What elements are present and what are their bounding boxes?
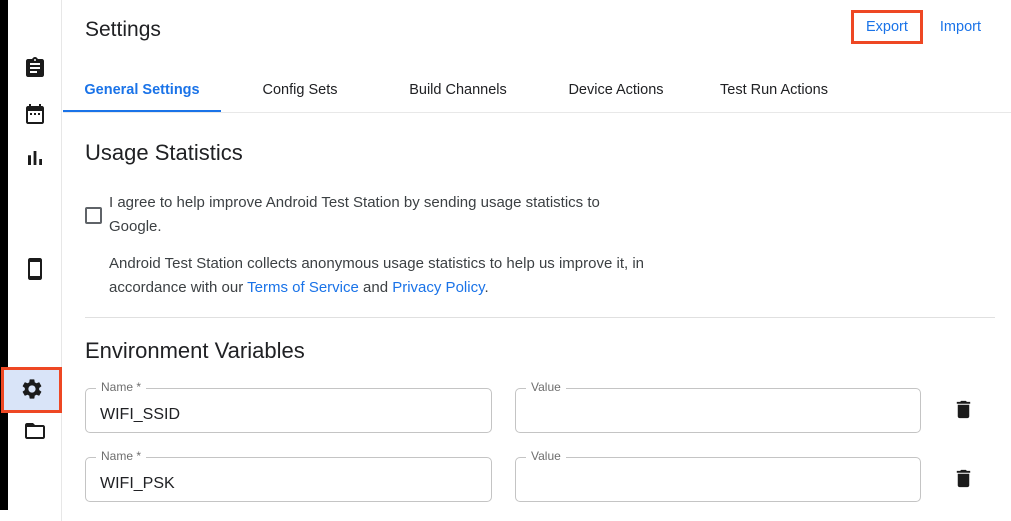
value-field-label: Value [526,449,566,463]
name-field-label: Name * [96,449,146,463]
usage-stats-checkbox[interactable] [85,207,102,224]
consent-line-2: Google. [109,215,600,239]
usage-consent-row: I agree to help improve Android Test Sta… [85,191,981,239]
sidebar-item-test-runs[interactable] [19,53,51,85]
info-line-2-prefix: accordance with our [109,279,247,296]
app-window: Settings Export Import General Settings … [0,0,1011,521]
import-button[interactable]: Import [940,19,981,35]
sidebar-item-devices[interactable] [19,254,51,286]
tab-test-run-actions[interactable]: Test Run Actions [695,69,853,112]
consent-line-1: I agree to help improve Android Test Sta… [109,191,600,215]
folder-icon [23,419,47,446]
sidebar-item-reports[interactable] [19,143,51,175]
terms-of-service-link[interactable]: Terms of Service [247,279,359,296]
tab-build-channels[interactable]: Build Channels [379,69,537,112]
bar-chart-icon [23,146,47,173]
export-button[interactable]: Export [866,19,908,35]
page-header: Settings Export Import [63,0,1011,44]
smartphone-icon [23,257,47,284]
info-and-text: and [359,279,392,296]
environment-variables-heading: Environment Variables [85,338,981,364]
env-name-field-wrapper: Name * [85,457,492,502]
calendar-icon [23,102,47,129]
usage-statistics-heading: Usage Statistics [85,140,981,166]
sidebar-item-file-browser[interactable] [19,416,51,448]
value-field-label: Value [526,380,566,394]
header-actions: Export Import [851,10,981,44]
env-name-input[interactable] [86,458,491,501]
assignment-icon [23,56,47,83]
env-value-input[interactable] [516,389,920,432]
env-value-field-wrapper: Value [515,388,921,433]
env-value-field-wrapper: Value [515,457,921,502]
section-divider [85,317,995,318]
tab-device-actions[interactable]: Device Actions [537,69,695,112]
main-panel: Settings Export Import General Settings … [63,0,1011,521]
info-period: . [484,279,488,296]
usage-info-text: Android Test Station collects anonymous … [109,252,981,300]
privacy-policy-link[interactable]: Privacy Policy [392,279,484,296]
env-var-row: Name * Value [85,388,981,433]
tab-content: Usage Statistics I agree to help improve… [63,140,1011,502]
env-name-field-wrapper: Name * [85,388,492,433]
env-var-row: Name * Value [85,457,981,502]
tab-general-settings[interactable]: General Settings [63,69,221,112]
delete-env-var-button[interactable] [947,395,979,427]
sidebar [8,0,62,521]
left-edge-strip [0,0,8,510]
delete-icon [952,398,975,424]
info-line-1: Android Test Station collects anonymous … [109,255,644,272]
page-title: Settings [85,10,161,42]
env-name-input[interactable] [86,389,491,432]
tab-config-sets[interactable]: Config Sets [221,69,379,112]
export-annotation-box: Export [851,10,923,44]
env-value-input[interactable] [516,458,920,501]
settings-tabs: General Settings Config Sets Build Chann… [63,69,1011,113]
delete-icon [952,467,975,493]
sidebar-item-schedule[interactable] [19,99,51,131]
settings-annotation-box [1,367,62,413]
name-field-label: Name * [96,380,146,394]
usage-consent-label: I agree to help improve Android Test Sta… [109,191,600,239]
delete-env-var-button[interactable] [947,464,979,496]
settings-gear-icon [20,377,44,404]
sidebar-item-settings[interactable] [16,374,48,406]
